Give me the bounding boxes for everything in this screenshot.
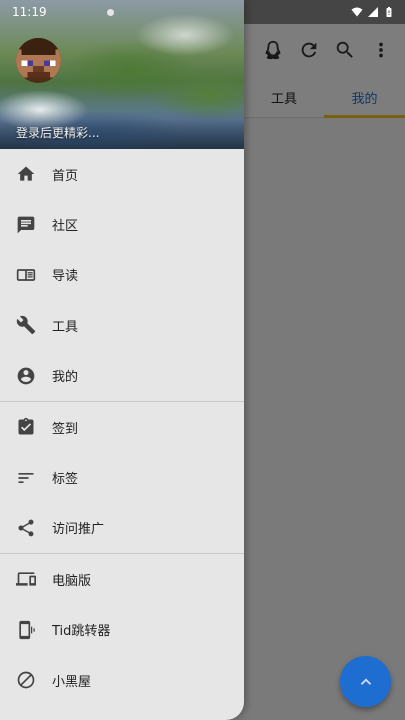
nav-item-checkin[interactable]: 签到 [0,402,244,452]
nav-item-label: 小黑屋 [52,674,92,690]
avatar[interactable] [16,38,61,83]
nav-item-label: 标签 [52,472,79,488]
login-hint[interactable]: 登录后更精彩... [16,124,99,141]
block-icon [16,670,36,690]
wrench-icon [16,315,36,335]
nav-item-label: 工具 [52,319,79,335]
nav-item-promote[interactable]: 访问推广 [0,503,244,553]
check-clipboard-icon [16,417,36,437]
status-time: 11:19 [12,5,47,19]
chevron-up-icon [360,677,371,685]
account-icon [16,366,36,386]
nav-item-desktop[interactable]: 电脑版 [0,554,244,604]
avatar-image [16,38,61,83]
nav-item-label: 我的 [52,370,79,386]
phone-vibrate-icon [16,620,36,640]
nav-item-label: 社区 [52,219,79,235]
battery-icon [386,7,392,17]
nav-item-community[interactable]: 社区 [0,199,244,249]
nav-item-label: 签到 [52,421,79,437]
nav-item-label: 首页 [52,168,79,184]
scroll-top-fab[interactable] [340,656,391,707]
share-icon [16,518,36,538]
nav-item-guide[interactable]: 导读 [0,250,244,300]
tag-list-icon [16,468,36,488]
home-icon [16,164,36,184]
chat-icon [16,215,36,235]
notification-dot-icon [106,8,114,16]
nav-item-blacklist[interactable]: 小黑屋 [0,655,244,705]
wifi-icon [351,7,363,17]
navigation-drawer: 登录后更精彩... 首页 社区 导读 工具 我的 签到 标签 访问推广 电脑版 … [0,0,244,720]
nav-item-label: 访问推广 [52,522,105,538]
status-bar: 11:19 [0,0,405,24]
drawer-menu: 首页 社区 导读 工具 我的 签到 标签 访问推广 电脑版 Tid跳转器 小黑屋 [0,149,244,705]
nav-item-tags[interactable]: 标签 [0,452,244,502]
nav-item-tools[interactable]: 工具 [0,300,244,350]
guide-icon [16,265,36,285]
nav-item-label: 导读 [52,269,79,285]
nav-item-mine[interactable]: 我的 [0,351,244,401]
nav-item-label: 电脑版 [52,573,92,589]
nav-item-home[interactable]: 首页 [0,149,244,199]
devices-icon [16,569,36,589]
nav-item-tid-jumper[interactable]: Tid跳转器 [0,605,244,655]
signal-icon [368,7,378,17]
nav-item-label: Tid跳转器 [52,624,111,640]
